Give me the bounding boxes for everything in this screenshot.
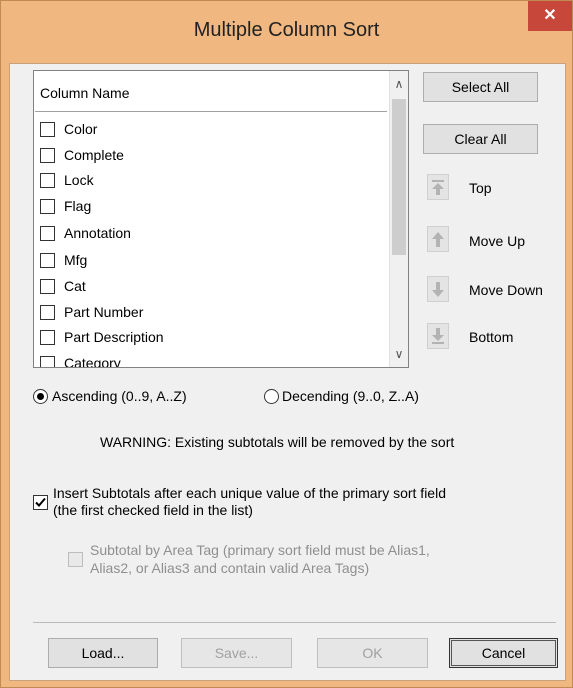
insert-subtotals-line1[interactable]: Insert Subtotals after each unique value…	[53, 485, 446, 501]
item-checkbox[interactable]	[40, 330, 55, 345]
scroll-down-icon[interactable]: ∨	[390, 345, 408, 363]
scroll-up-icon[interactable]: ∧	[390, 75, 408, 93]
item-label: Complete	[64, 147, 124, 163]
move-top-icon[interactable]	[427, 174, 449, 200]
save-button[interactable]: Save...	[181, 638, 292, 668]
dialog-window: Multiple Column Sort ✕ Column Name Color…	[0, 0, 573, 688]
clear-all-button[interactable]: Clear All	[423, 124, 538, 154]
item-checkbox[interactable]	[40, 199, 55, 214]
move-down-icon[interactable]	[427, 276, 449, 302]
descending-label[interactable]: Decending (9..0, Z..A)	[282, 388, 419, 404]
item-label: Part Number	[64, 304, 144, 320]
dialog-title: Multiple Column Sort	[193, 19, 380, 41]
dialog-client: Column Name Color Complete Lock Flag Ann…	[9, 63, 566, 681]
item-label: Cat	[64, 278, 86, 294]
title-bar[interactable]: Multiple Column Sort ✕	[1, 1, 572, 63]
ascending-radio[interactable]	[33, 389, 48, 404]
checkmark-icon	[35, 497, 46, 507]
item-label: Part Description	[64, 329, 164, 345]
close-button[interactable]: ✕	[528, 1, 572, 31]
descending-radio[interactable]	[264, 389, 279, 404]
ok-button[interactable]: OK	[317, 638, 428, 668]
list-scrollbar[interactable]: ∧ ∨	[389, 71, 408, 367]
item-label: Annotation	[64, 225, 131, 241]
cancel-button[interactable]: Cancel	[449, 638, 558, 668]
insert-subtotals-line2[interactable]: (the first checked field in the list)	[53, 502, 253, 518]
move-down-label[interactable]: Move Down	[469, 282, 543, 298]
move-top-label[interactable]: Top	[469, 180, 492, 196]
area-tag-line1: Subtotal by Area Tag (primary sort field…	[90, 542, 430, 558]
item-checkbox[interactable]	[40, 173, 55, 188]
footer-separator	[33, 622, 556, 623]
item-checkbox[interactable]	[40, 305, 55, 320]
item-checkbox[interactable]	[40, 226, 55, 241]
item-label: Category	[64, 355, 121, 368]
load-button[interactable]: Load...	[48, 638, 158, 668]
move-up-label[interactable]: Move Up	[469, 233, 525, 249]
item-label: Color	[64, 121, 98, 137]
column-name-header: Column Name	[40, 85, 130, 101]
select-all-button[interactable]: Select All	[423, 72, 538, 102]
insert-subtotals-checkbox[interactable]	[33, 495, 48, 510]
item-label: Lock	[64, 172, 94, 188]
item-checkbox[interactable]	[40, 279, 55, 294]
area-tag-line2: Alias2, or Alias3 and contain valid Area…	[90, 560, 370, 576]
ascending-label[interactable]: Ascending (0..9, A..Z)	[52, 388, 187, 404]
item-checkbox[interactable]	[40, 148, 55, 163]
item-checkbox[interactable]	[40, 122, 55, 137]
header-divider	[35, 111, 387, 112]
area-tag-checkbox[interactable]	[68, 552, 83, 567]
column-list[interactable]: Column Name Color Complete Lock Flag Ann…	[33, 70, 409, 368]
move-up-icon[interactable]	[427, 226, 449, 252]
item-label: Mfg	[64, 252, 88, 268]
item-checkbox[interactable]	[40, 356, 55, 367]
item-label: Flag	[64, 198, 92, 214]
radio-selected-dot	[37, 393, 44, 400]
move-bottom-icon[interactable]	[427, 323, 449, 349]
move-bottom-label[interactable]: Bottom	[469, 329, 513, 345]
warning-text: WARNING: Existing subtotals will be remo…	[100, 434, 455, 450]
item-checkbox[interactable]	[40, 253, 55, 268]
close-icon: ✕	[543, 7, 557, 24]
scroll-thumb[interactable]	[392, 99, 406, 255]
